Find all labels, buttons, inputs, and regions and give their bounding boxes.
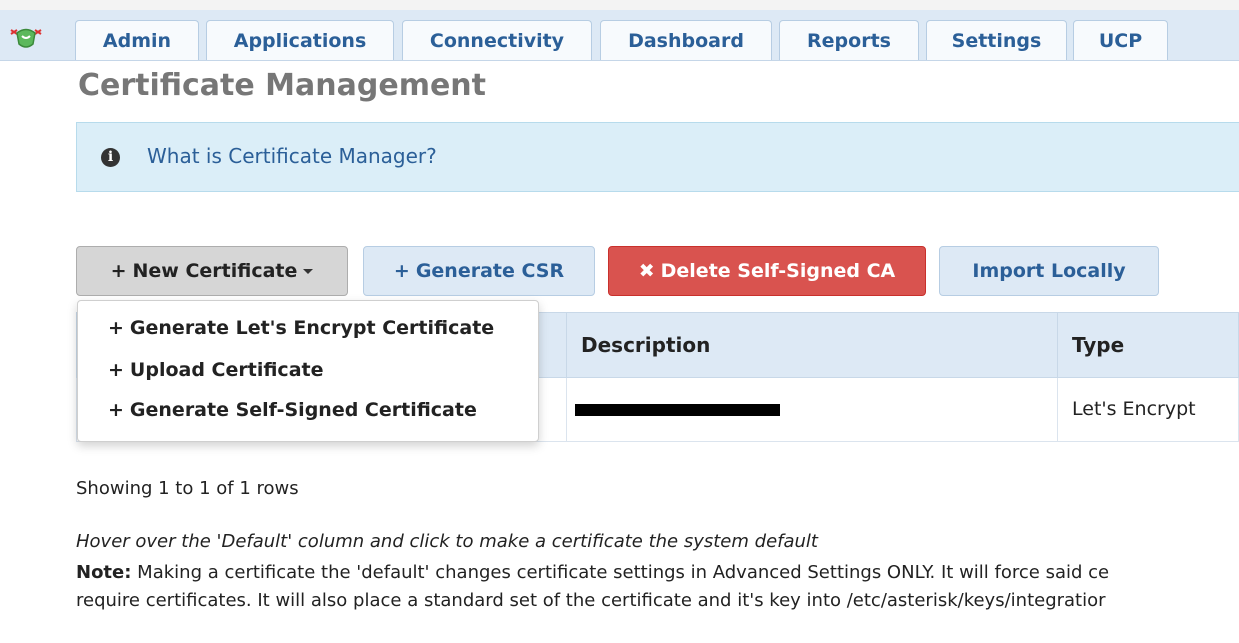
tab-connectivity[interactable]: Connectivity [402, 20, 592, 60]
dropdown-item-lets-encrypt[interactable]: + Generate Let's Encrypt Certificate [108, 317, 494, 339]
column-header-description[interactable]: Description [566, 312, 1058, 378]
table-cell-description [566, 378, 1058, 442]
caret-down-icon [303, 269, 314, 274]
dropdown-item-upload[interactable]: + Upload Certificate [108, 359, 323, 381]
plus-icon: + [108, 399, 124, 421]
tab-applications[interactable]: Applications [206, 20, 394, 60]
delete-ca-label: Delete Self-Signed CA [660, 260, 896, 282]
page-title: Certificate Management [78, 68, 487, 103]
default-hint: Hover over the 'Default' column and clic… [76, 531, 818, 552]
info-text: What is Certificate Manager? [147, 144, 437, 168]
dropdown-item-label: Generate Let's Encrypt Certificate [129, 317, 495, 339]
plus-icon: + [393, 260, 410, 282]
close-icon: ✖ [638, 260, 655, 282]
delete-self-signed-ca-button[interactable]: ✖ Delete Self-Signed CA [608, 246, 926, 296]
tab-admin[interactable]: Admin [75, 20, 199, 60]
dropdown-item-label: Upload Certificate [129, 359, 324, 381]
default-note: Note: Making a certificate the 'default'… [76, 559, 1109, 615]
tab-ucp[interactable]: UCP [1073, 20, 1168, 60]
plus-icon: + [108, 359, 124, 381]
generate-csr-button[interactable]: + Generate CSR [363, 246, 595, 296]
note-line-2: require certificates. It will also place… [76, 590, 1106, 611]
info-box[interactable]: i What is Certificate Manager? [76, 122, 1239, 192]
column-header-type[interactable]: Type [1057, 312, 1239, 378]
top-strip [0, 0, 1239, 10]
info-circle-icon: i [101, 148, 120, 167]
new-certificate-label: New Certificate [132, 260, 298, 282]
redaction-bar [575, 404, 780, 416]
dropdown-item-self-signed[interactable]: + Generate Self-Signed Certificate [108, 399, 477, 421]
generate-csr-label: Generate CSR [415, 260, 565, 282]
import-locally-button[interactable]: Import Locally [939, 246, 1159, 296]
new-certificate-dropdown: + Generate Let's Encrypt Certificate + Upl… [77, 300, 539, 442]
pagination-info: Showing 1 to 1 of 1 rows [76, 478, 299, 499]
dropdown-item-label: Generate Self-Signed Certificate [129, 399, 477, 421]
plus-icon: + [108, 317, 124, 339]
new-certificate-button[interactable]: + New Certificate [76, 246, 348, 296]
note-label: Note: [76, 562, 132, 583]
tab-dashboard[interactable]: Dashboard [600, 20, 772, 60]
tab-reports[interactable]: Reports [779, 20, 919, 60]
plus-icon: + [110, 260, 127, 282]
note-line-1: Making a certificate the 'default' chang… [131, 562, 1110, 583]
logo-icon[interactable] [8, 24, 44, 50]
table-cell-type: Let's Encrypt [1057, 378, 1239, 442]
top-navbar: Admin Applications Connectivity Dashboar… [0, 10, 1239, 61]
tab-settings[interactable]: Settings [926, 20, 1067, 60]
